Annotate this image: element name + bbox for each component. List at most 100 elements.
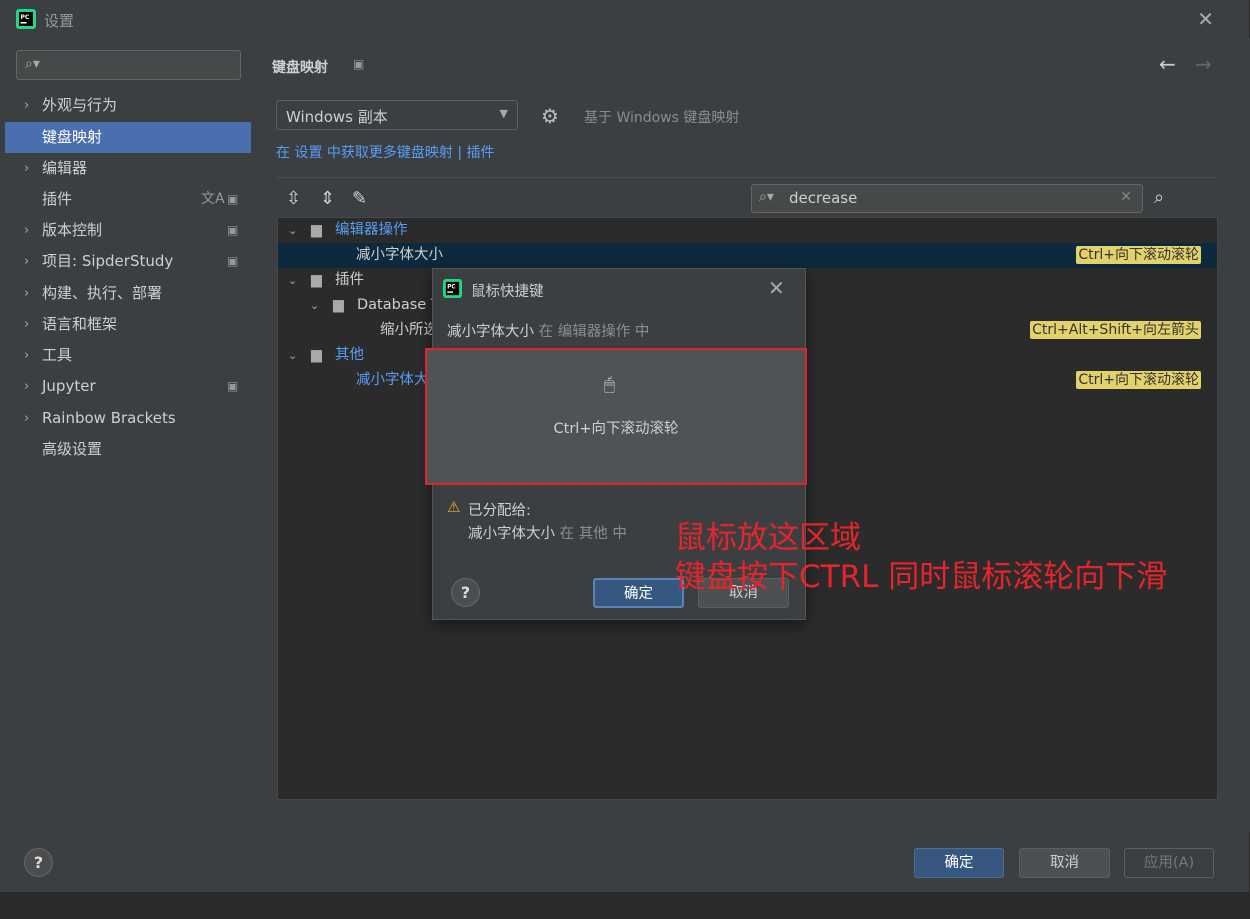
tree-group-row[interactable]: ⌄ ▆ 编辑器操作 (278, 218, 1217, 243)
sidebar-item-languages[interactable]: › 语言和框架 (5, 309, 251, 340)
mid-word: 中 (634, 324, 650, 340)
keymap-search-input[interactable]: ⌕▾ decrease ✕ (751, 184, 1143, 213)
back-arrow-icon[interactable]: ← (1159, 52, 1176, 76)
sidebar-item-rainbow-brackets[interactable]: › Rainbow Brackets (5, 403, 251, 434)
project-scope-icon: ▣ (353, 57, 365, 71)
more-keymaps-link[interactable]: 在 设置 中获取更多键盘映射 | 插件 (276, 142, 495, 162)
dialog-ok-button[interactable]: 确定 (593, 578, 684, 608)
sidebar-item-editor[interactable]: › 编辑器 (5, 153, 251, 184)
sidebar-item-build[interactable]: › 构建、执行、部署 (5, 278, 251, 309)
tree-row-label: 缩小所选 (380, 322, 438, 338)
chevron-right-icon: › (24, 411, 30, 426)
tree-row-label: 编辑器操作 (335, 222, 408, 238)
sidebar-item-label: 插件 (42, 190, 73, 208)
mouse-shortcut-capture-area[interactable]: 🖱 Ctrl+向下滚动滚轮 (425, 348, 807, 485)
chevron-right-icon: › (24, 98, 30, 113)
folder-icon: ▆ (333, 297, 344, 313)
sidebar-item-label: 高级设置 (42, 440, 103, 458)
shortcut-badge: Ctrl+Alt+Shift+向左箭头 (1030, 321, 1201, 339)
conflict-action: 减小字体大小 (468, 526, 555, 542)
sidebar-item-label: 键盘映射 (42, 128, 103, 146)
sidebar-item-jupyter[interactable]: › Jupyter ▣ (5, 371, 251, 402)
tree-row-label: 其他 (335, 347, 364, 363)
sidebar-item-project[interactable]: › 项目: SipderStudy ▣ (5, 246, 251, 277)
chevron-down-icon: ⌄ (310, 299, 320, 312)
chevron-right-icon: › (24, 348, 30, 363)
shortcut-badge: Ctrl+向下滚动滚轮 (1076, 246, 1201, 264)
tree-row-label: 减小字体大小 (356, 247, 443, 263)
sidebar-item-label: 语言和框架 (42, 315, 118, 333)
help-button[interactable]: ? (451, 578, 480, 607)
captured-shortcut: Ctrl+向下滚动滚轮 (553, 421, 679, 437)
svg-text:PC: PC (21, 14, 30, 21)
pycharm-logo-icon: PC (443, 279, 462, 298)
sidebar-item-tools[interactable]: › 工具 (5, 340, 251, 371)
chevron-right-icon: › (24, 223, 30, 238)
conflict-detail: 减小字体大小 在 其他 中 (468, 522, 627, 543)
sidebar-item-label: 构建、执行、部署 (42, 284, 163, 302)
chevron-right-icon: › (24, 254, 30, 269)
action-name: 减小字体大小 (447, 324, 534, 340)
chevron-down-icon: ▼ (499, 107, 508, 120)
desktop-strip (0, 892, 1250, 919)
in-word: 在 (538, 324, 554, 340)
ok-button[interactable]: 确定 (914, 848, 1004, 878)
sidebar-item-label: 外观与行为 (42, 96, 118, 114)
based-on-label: 基于 Windows 键盘映射 (584, 110, 740, 126)
clear-icon[interactable]: ✕ (1120, 189, 1132, 205)
find-by-shortcut-icon[interactable]: ⌕ (1154, 187, 1164, 208)
sidebar-item-label: Jupyter (42, 377, 96, 395)
dialog-action-path: 减小字体大小 在 编辑器操作 中 (447, 320, 649, 341)
action-group: 编辑器操作 (557, 324, 631, 340)
search-icon: ⌕▾ (759, 189, 774, 205)
annotation-line-2: 键盘按下CTRL 同时鼠标滚轮向下滑 (675, 559, 1168, 595)
search-icon: ⌕▾ (25, 56, 40, 72)
project-scope-icon: ▣ (227, 379, 239, 393)
tree-row-label: 插件 (335, 272, 364, 288)
forward-arrow-icon[interactable]: → (1195, 52, 1212, 76)
project-scope-icon: ▣ (227, 192, 239, 206)
apply-button[interactable]: 应用(A) (1124, 848, 1214, 878)
sidebar-item-plugins[interactable]: 插件 文A ▣ (5, 184, 251, 215)
project-scope-icon: ▣ (227, 254, 239, 268)
project-scope-icon: ▣ (227, 223, 239, 237)
search-value: decrease (789, 189, 858, 207)
page-title: 键盘映射 (272, 60, 328, 76)
cancel-button[interactable]: 取消 (1019, 848, 1110, 878)
chevron-down-icon: ⌄ (288, 274, 298, 287)
keymap-dropdown[interactable]: Windows 副本 ▼ (276, 100, 518, 130)
title-bar: PC 设置 ✕ (5, 0, 1250, 38)
sidebar-item-keymap[interactable]: 键盘映射 (5, 122, 251, 153)
pycharm-logo-icon: PC (16, 9, 36, 29)
shortcut-badge: Ctrl+向下滚动滚轮 (1076, 371, 1201, 389)
divider (276, 177, 1218, 178)
edit-shortcut-icon[interactable]: ✎ (352, 188, 367, 209)
expand-all-icon[interactable]: ⇳ (286, 188, 301, 209)
tree-action-row[interactable]: 减小字体大小 Ctrl+向下滚动滚轮 (278, 243, 1217, 268)
in-word: 在 (559, 526, 575, 542)
translate-icon: 文A (201, 191, 225, 207)
sidebar-item-label: 项目: SipderStudy (42, 252, 174, 270)
mouse-icon: 🖱 (604, 374, 615, 395)
collapse-all-icon[interactable]: ⇕ (320, 188, 335, 209)
sidebar-item-label: 版本控制 (42, 221, 103, 239)
folder-icon: ▆ (311, 347, 322, 363)
gear-icon[interactable]: ⚙ (541, 104, 559, 128)
chevron-right-icon: › (24, 317, 30, 332)
warning-title: 已分配给: (468, 503, 531, 519)
close-icon[interactable]: ✕ (768, 276, 785, 300)
sidebar-item-advanced[interactable]: 高级设置 (5, 434, 251, 465)
folder-icon: ▆ (311, 272, 322, 288)
sidebar-item-label: 编辑器 (42, 159, 88, 177)
close-icon[interactable]: ✕ (1197, 7, 1214, 31)
sidebar-item-appearance[interactable]: › 外观与行为 (5, 90, 251, 121)
sidebar-item-vcs[interactable]: › 版本控制 ▣ (5, 215, 251, 246)
warning-icon: ⚠ (447, 498, 461, 516)
sidebar-search-input[interactable]: ⌕▾ (16, 50, 241, 80)
chevron-right-icon: › (24, 161, 30, 176)
window-title: 设置 (44, 12, 75, 30)
help-button[interactable]: ? (24, 848, 53, 877)
mid-word: 中 (612, 526, 627, 542)
chevron-right-icon: › (24, 286, 30, 301)
settings-sidebar: ⌕▾ › 外观与行为 键盘映射 › 编辑器 插件 文A ▣ › 版本控制 ▣ ›… (5, 38, 251, 832)
